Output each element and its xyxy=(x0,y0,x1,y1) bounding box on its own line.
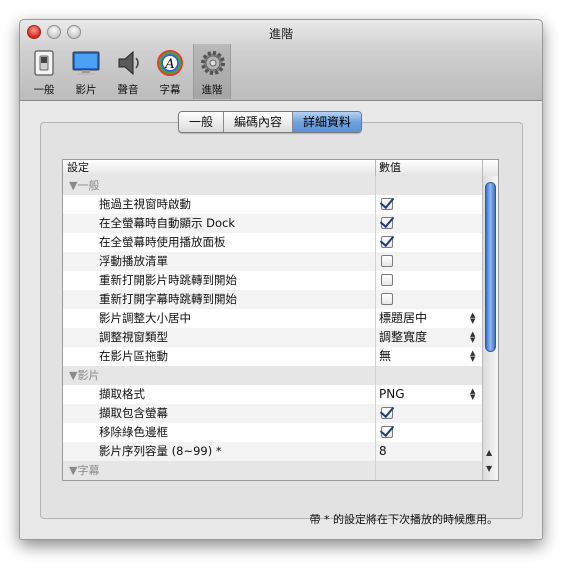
setting-checkbox[interactable] xyxy=(381,426,393,438)
table-row[interactable]: 擷取格式 PNG ▲ ▼ xyxy=(63,385,482,404)
table-row[interactable]: 擷取包含螢幕 xyxy=(63,404,482,423)
setting-label: 重新打開字幕時跳轉到開始 xyxy=(99,292,237,306)
setting-checkbox[interactable] xyxy=(381,293,393,305)
toolbar-item-video[interactable]: 影片 xyxy=(67,44,105,99)
group-label: ▼一般 xyxy=(69,179,100,192)
scroll-up-arrow[interactable]: ▲ xyxy=(486,448,492,457)
setting-label: 拖過主視窗時啟動 xyxy=(99,197,191,211)
setting-popup-value[interactable]: PNG xyxy=(379,385,405,404)
setting-checkbox[interactable] xyxy=(381,236,393,248)
settings-table[interactable]: 設定 數值 ▼一般拖過主視窗時啟動在全螢幕時自動顯示 Dock 在全螢幕時使用播放… xyxy=(62,159,499,481)
column-divider xyxy=(482,160,483,176)
setting-popup-value[interactable]: 標題居中 xyxy=(379,309,427,328)
table-header: 設定 數值 xyxy=(63,160,498,177)
monitor-icon xyxy=(72,51,100,75)
group-header-row[interactable]: ▼一般 xyxy=(63,176,482,195)
setting-label: 在全螢幕時使用播放面板 xyxy=(99,235,226,249)
column-header-value[interactable]: 數值 xyxy=(379,160,401,176)
table-row[interactable]: 影片調整大小居中 標題居中 ▲ ▼ xyxy=(63,309,482,328)
table-row[interactable]: 在全螢幕時自動顯示 Dock xyxy=(63,214,482,233)
column-header-setting[interactable]: 設定 xyxy=(67,160,89,176)
setting-popup-value[interactable]: 無 xyxy=(379,347,391,366)
table-row[interactable]: 在影片區拖動 無 ▲ ▼ xyxy=(63,347,482,366)
table-row[interactable]: 移除綠色邊框 xyxy=(63,423,482,442)
toolbar-item-audio[interactable]: 聲音 xyxy=(109,44,147,99)
setting-label: 調整視窗類型 xyxy=(99,330,168,344)
updown-arrows-icon[interactable]: ▲ ▼ xyxy=(470,388,475,401)
group-header-row[interactable]: ▼影片 xyxy=(63,366,482,385)
scroll-down-arrow[interactable]: ▼ xyxy=(486,464,492,473)
table-row[interactable]: 重新打開字幕時跳轉到開始 xyxy=(63,290,482,309)
tab-details[interactable]: 詳細資料 xyxy=(293,112,362,132)
gear-icon xyxy=(201,51,225,75)
table-row[interactable]: 拖過主視窗時啟動 xyxy=(63,195,482,214)
updown-arrows-icon[interactable]: ▲ ▼ xyxy=(470,331,475,344)
toolbar-item-advanced[interactable]: 進階 xyxy=(193,44,231,99)
toolbar-label: 進階 xyxy=(201,84,223,96)
updown-arrows-icon[interactable]: ▲ ▼ xyxy=(470,312,475,325)
column-divider xyxy=(375,160,376,176)
setting-label: 重新打開影片時跳轉到開始 xyxy=(99,273,237,287)
column-divider xyxy=(375,176,376,480)
table-row[interactable]: 調整視窗類型 調整寬度 ▲ ▼ xyxy=(63,328,482,347)
toolbar-item-subtitles[interactable]: A 字幕 xyxy=(151,44,189,99)
svg-text:A: A xyxy=(164,57,174,72)
setting-label: 在全螢幕時自動顯示 Dock xyxy=(99,216,236,230)
footnote: 帶 * 的設定將在下次播放的時候應用。 xyxy=(309,513,499,526)
setting-checkbox[interactable] xyxy=(381,407,393,419)
setting-checkbox[interactable] xyxy=(381,274,393,286)
scrollbar-thumb[interactable] xyxy=(485,182,496,352)
setting-label: 影片序列容量 (8~99) * xyxy=(99,444,222,458)
tab-bar: 一般 編碼內容 詳細資料 xyxy=(178,111,363,133)
setting-label: 在影片區拖動 xyxy=(99,349,168,363)
switch-icon xyxy=(34,50,54,76)
tab-encoding[interactable]: 編碼內容 xyxy=(224,112,294,132)
group-label: ▼影片 xyxy=(69,369,100,382)
setting-label: 擷取包含螢幕 xyxy=(99,406,168,420)
setting-text-field[interactable]: 8 xyxy=(379,442,387,461)
tab-general[interactable]: 一般 xyxy=(179,112,225,132)
setting-popup-value[interactable]: 調整寬度 xyxy=(379,328,427,347)
setting-label: 擷取格式 xyxy=(99,387,145,401)
table-row[interactable]: 重新打開影片時跳轉到開始 xyxy=(63,271,482,290)
table-row[interactable]: 影片序列容量 (8~99) * 8 xyxy=(63,442,482,461)
toolbar-label: 字幕 xyxy=(159,84,181,96)
setting-checkbox[interactable] xyxy=(381,255,393,267)
setting-label: 影片調整大小居中 xyxy=(99,311,191,325)
vertical-scrollbar[interactable]: ▲ ▼ xyxy=(482,176,498,480)
font-icon: A xyxy=(157,50,183,76)
group-header-row[interactable]: ▼字幕 xyxy=(63,461,482,480)
setting-checkbox[interactable] xyxy=(381,198,393,210)
toolbar-label: 聲音 xyxy=(117,84,139,96)
setting-label: 浮動播放清單 xyxy=(99,254,168,268)
table-row[interactable]: 浮動播放清單 xyxy=(63,252,482,271)
toolbar-label: 影片 xyxy=(75,84,97,96)
preferences-window: 進階 一般 影片 聲音 A 字幕 進階 一般 編碼內容 詳細資料 設定 數值 ▼… xyxy=(19,19,543,540)
title-bar: 進階 一般 影片 聲音 A 字幕 進階 xyxy=(20,20,542,101)
speaker-icon xyxy=(118,50,139,76)
setting-checkbox[interactable] xyxy=(381,217,393,229)
updown-arrows-icon[interactable]: ▲ ▼ xyxy=(470,350,475,363)
toolbar-label: 一般 xyxy=(33,84,55,96)
group-label: ▼字幕 xyxy=(69,464,100,477)
toolbar-item-general[interactable]: 一般 xyxy=(25,44,63,99)
window-title: 進階 xyxy=(268,27,293,41)
setting-label: 移除綠色邊框 xyxy=(99,425,168,439)
table-row[interactable]: 在全螢幕時使用播放面板 xyxy=(63,233,482,252)
